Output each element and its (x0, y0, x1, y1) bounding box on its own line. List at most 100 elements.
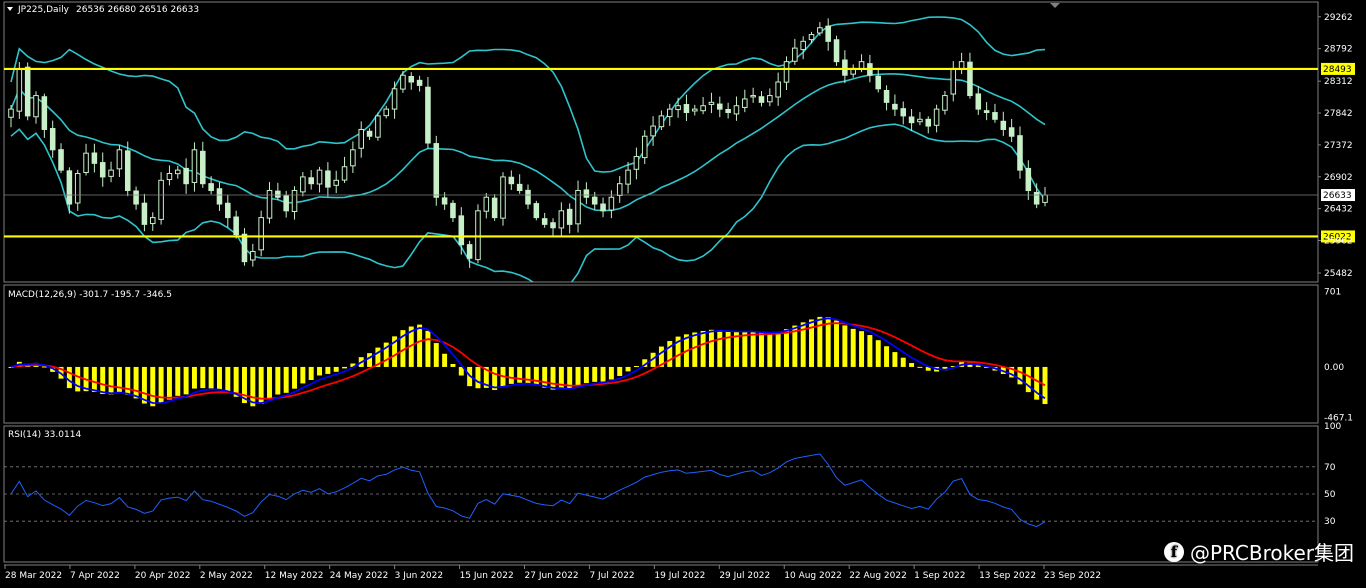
candle-body (441, 197, 448, 205)
facebook-icon: f (1163, 541, 1184, 562)
macd-histogram-bar (100, 366, 106, 394)
candle-body (1033, 191, 1040, 205)
candle (491, 194, 498, 221)
candle-body (833, 39, 840, 63)
candle-body (950, 67, 957, 95)
candle (341, 156, 348, 183)
candle-body (466, 244, 473, 259)
candle-body (33, 95, 39, 118)
candle-body (266, 189, 273, 219)
candle-body (817, 27, 823, 34)
date-tick-label: 20 Apr 2022 (135, 571, 191, 581)
macd-histogram-bar (342, 366, 348, 369)
candle-body (992, 112, 998, 120)
candle (633, 147, 640, 180)
candle-body (275, 190, 281, 198)
candle (191, 142, 198, 192)
candle-body (516, 183, 523, 191)
candle (950, 61, 957, 102)
macd-histogram-bar (750, 331, 756, 367)
candle (99, 152, 106, 187)
candle (691, 104, 698, 116)
candle (41, 93, 48, 138)
macd-histogram-bar (133, 366, 139, 399)
candle-body (133, 190, 139, 205)
candle (933, 104, 940, 133)
ohlc-header: 26536 26680 26516 26633 (76, 5, 199, 15)
candle (825, 18, 831, 51)
rsi-tick-label: 50 (1324, 490, 1336, 500)
candle-body (91, 152, 98, 164)
candle (1042, 186, 1048, 207)
macd-histogram-bar (150, 366, 156, 407)
macd-histogram-bar (433, 343, 439, 367)
macd-histogram-bar (917, 366, 923, 368)
macd-histogram-bar (125, 366, 131, 395)
candle-body (333, 179, 339, 186)
candle (266, 182, 273, 224)
price-plot (8, 16, 1048, 282)
candle-body (174, 169, 181, 175)
candle-body (608, 196, 615, 211)
candle (391, 81, 398, 119)
candle-body (742, 98, 748, 108)
macd-histogram-bar (175, 366, 181, 396)
macd-histogram-bar (66, 366, 72, 389)
candle-body (500, 176, 506, 219)
macd-histogram-bar (75, 366, 81, 392)
candle-body (641, 135, 648, 159)
candle (1025, 160, 1032, 200)
macd-histogram-bar (850, 328, 856, 367)
macd-histogram-bar (108, 366, 114, 395)
candle (333, 170, 339, 194)
date-tick-label: 3 Jun 2022 (395, 571, 443, 581)
candle (708, 92, 715, 114)
macd-histogram-bar (200, 366, 206, 389)
candle-body (691, 108, 698, 112)
macd-histogram-bar (292, 366, 297, 389)
candle-body (908, 116, 915, 124)
candle (733, 96, 740, 121)
candle-body (875, 75, 882, 90)
candle-body (300, 176, 306, 193)
candle (258, 210, 264, 257)
candle-body (124, 150, 131, 191)
candle (742, 89, 748, 113)
candle (533, 200, 540, 221)
candle (291, 186, 298, 220)
macd-histogram-bar (191, 366, 197, 389)
macd-histogram-bar (317, 366, 323, 376)
candle (508, 170, 515, 190)
candle-body (350, 149, 356, 167)
candle (591, 191, 598, 210)
date-tick-label: 13 Sep 2022 (979, 571, 1036, 581)
watermark: f @PRCBroker集团 (1163, 537, 1354, 566)
candle-body (783, 61, 790, 83)
macd-histogram-bar (550, 366, 556, 390)
date-tick-label: 12 May 2022 (265, 571, 324, 581)
candle-body (341, 166, 348, 181)
candle (750, 87, 756, 103)
macd-tick-label: 0.00 (1324, 363, 1344, 373)
macd-histogram-bar (767, 333, 773, 367)
candle-body (258, 217, 264, 251)
candle-body (650, 125, 656, 137)
shift-marker-icon (1050, 3, 1060, 8)
macd-signal-line (10, 322, 1046, 400)
candle-body (200, 150, 206, 185)
candle (608, 190, 615, 219)
candle (1008, 118, 1015, 143)
macd-histogram-bar (308, 366, 314, 381)
candle (8, 105, 14, 128)
macd-histogram-bar (900, 357, 906, 367)
candle (625, 161, 631, 194)
macd-histogram-bar (325, 366, 331, 374)
candle-body (358, 128, 365, 149)
candle-body (316, 169, 323, 185)
macd-tick-label: 701 (1324, 287, 1341, 297)
macd-histogram-bar (875, 340, 881, 367)
trading-chart[interactable]: 2849326022292622879228312278422737226902… (0, 0, 1366, 588)
candle-body (666, 108, 673, 118)
candle-body (808, 34, 815, 41)
candle (575, 180, 581, 233)
